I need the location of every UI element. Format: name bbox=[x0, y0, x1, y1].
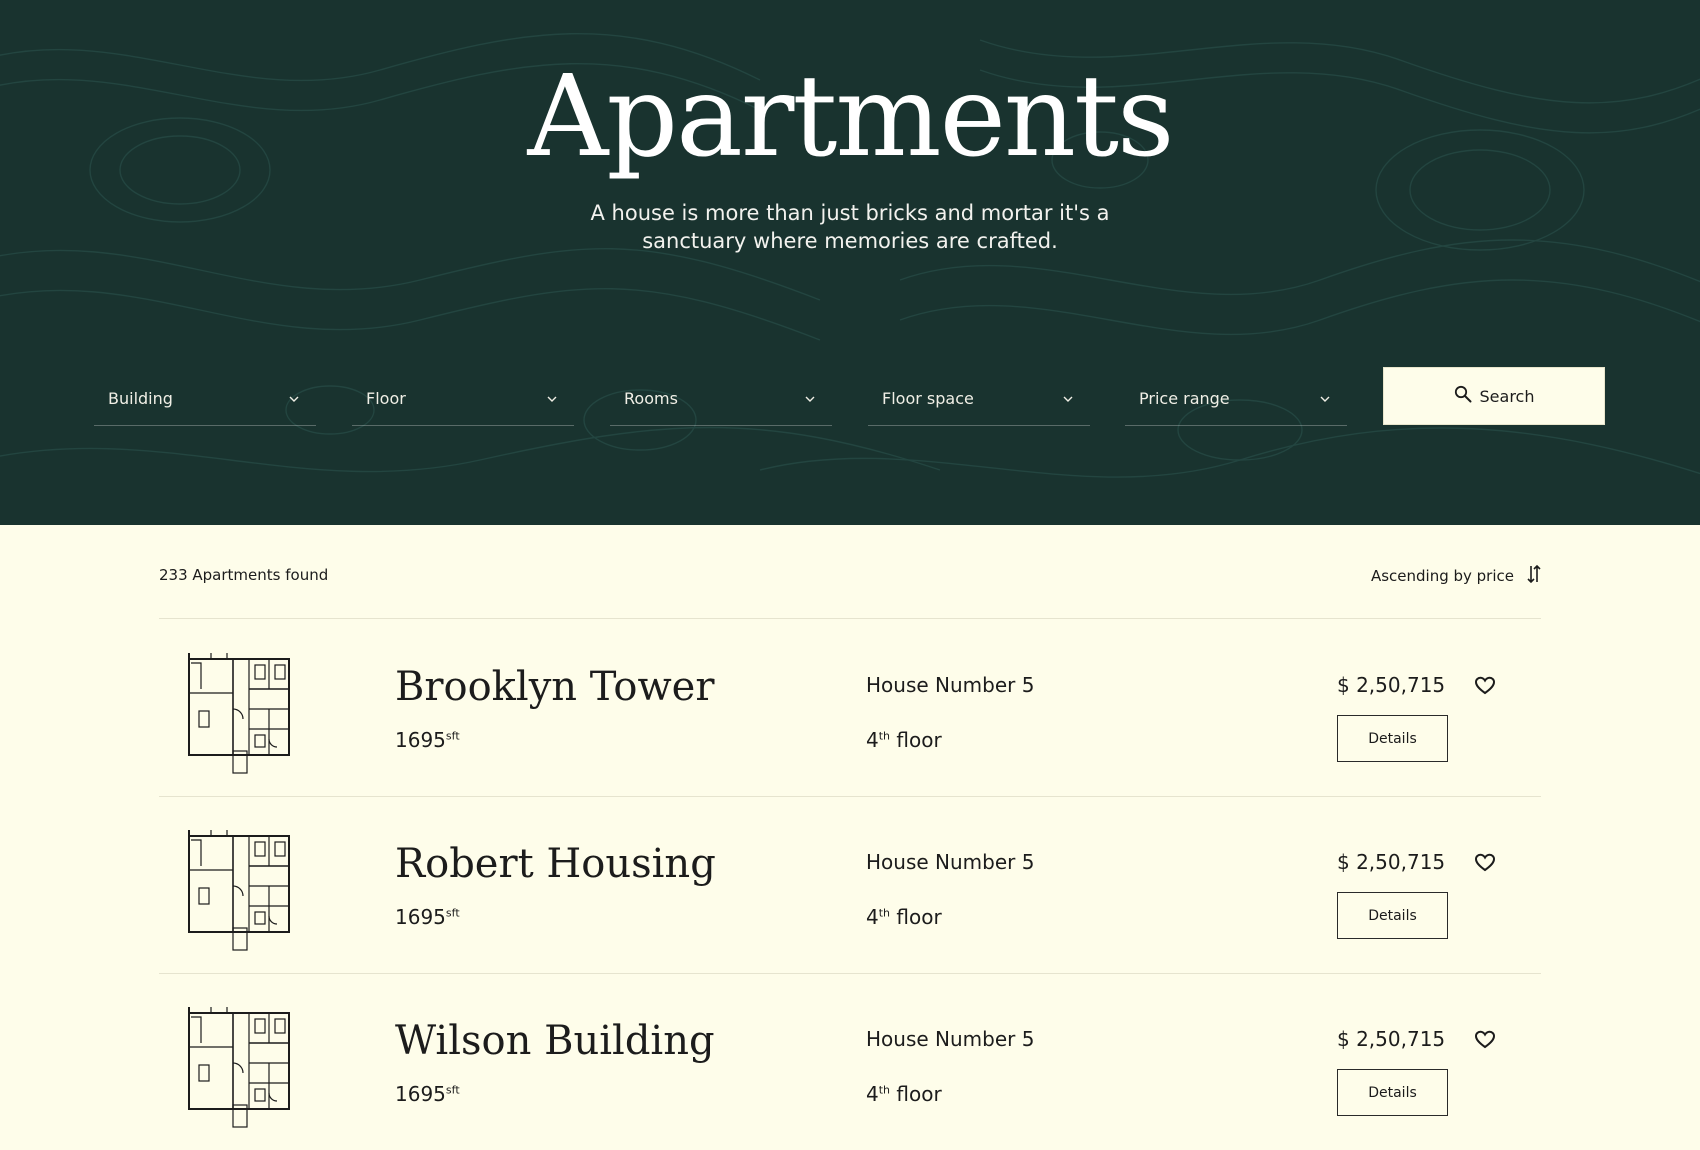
filter-floor[interactable]: Floor bbox=[352, 372, 574, 426]
apartment-price: $ 2,50,715 bbox=[1337, 850, 1446, 874]
chevron-down-icon bbox=[288, 393, 300, 405]
apartment-row: Brooklyn Tower 1695sft House Number 5 4t… bbox=[159, 619, 1541, 796]
filter-label: Floor space bbox=[882, 389, 974, 408]
apartment-price: $ 2,50,715 bbox=[1337, 1027, 1446, 1051]
apartment-name: Robert Housing bbox=[395, 841, 716, 887]
apartment-floor: 4th floor bbox=[866, 1082, 942, 1106]
filter-label: Price range bbox=[1139, 389, 1230, 408]
sort-icon bbox=[1526, 564, 1542, 588]
filter-building[interactable]: Building bbox=[94, 372, 316, 426]
heart-icon[interactable] bbox=[1475, 676, 1495, 696]
apartment-house-number: House Number 5 bbox=[866, 850, 1035, 874]
page-title: Apartments bbox=[527, 52, 1175, 182]
filter-rooms[interactable]: Rooms bbox=[610, 372, 832, 426]
apartment-area: 1695sft bbox=[395, 1082, 460, 1106]
apartment-house-number: House Number 5 bbox=[866, 1027, 1035, 1051]
chevron-down-icon bbox=[804, 393, 816, 405]
search-button-label: Search bbox=[1479, 386, 1535, 406]
filter-label: Floor bbox=[366, 389, 406, 408]
apartment-floor: 4th floor bbox=[866, 905, 942, 929]
details-button[interactable]: Details bbox=[1337, 892, 1448, 939]
floor-plan-icon bbox=[188, 653, 290, 774]
apartment-house-number: House Number 5 bbox=[866, 673, 1035, 697]
details-button[interactable]: Details bbox=[1337, 1069, 1448, 1116]
apartment-price: $ 2,50,715 bbox=[1337, 673, 1446, 697]
apartment-area: 1695sft bbox=[395, 905, 460, 929]
filter-floor-space[interactable]: Floor space bbox=[868, 372, 1090, 426]
apartment-row: Wilson Building 1695sft House Number 5 4… bbox=[159, 973, 1541, 1150]
filter-price-range[interactable]: Price range bbox=[1125, 372, 1347, 426]
floor-plan-icon bbox=[188, 1007, 290, 1128]
hero-section: Apartments A house is more than just bri… bbox=[0, 0, 1700, 525]
filter-label: Rooms bbox=[624, 389, 678, 408]
sort-label: Ascending by price bbox=[1370, 567, 1514, 585]
heart-icon[interactable] bbox=[1475, 1030, 1495, 1050]
heart-icon[interactable] bbox=[1475, 853, 1495, 873]
details-button[interactable]: Details bbox=[1337, 715, 1448, 762]
search-icon bbox=[1454, 385, 1472, 407]
floor-plan-icon bbox=[188, 830, 290, 951]
search-button[interactable]: Search bbox=[1383, 367, 1605, 425]
filter-label: Building bbox=[108, 389, 173, 408]
chevron-down-icon bbox=[1062, 393, 1074, 405]
apartment-row: Robert Housing 1695sft House Number 5 4t… bbox=[159, 796, 1541, 973]
apartment-name: Brooklyn Tower bbox=[395, 664, 715, 710]
chevron-down-icon bbox=[1319, 393, 1331, 405]
results-count: 233 Apartments found bbox=[159, 566, 329, 584]
apartment-name: Wilson Building bbox=[395, 1018, 715, 1064]
sort-control[interactable]: Ascending by price bbox=[1370, 562, 1542, 590]
apartment-area: 1695sft bbox=[395, 728, 460, 752]
apartment-floor: 4th floor bbox=[866, 728, 942, 752]
chevron-down-icon bbox=[546, 393, 558, 405]
page-subtitle: A house is more than just bricks and mor… bbox=[590, 201, 1110, 253]
